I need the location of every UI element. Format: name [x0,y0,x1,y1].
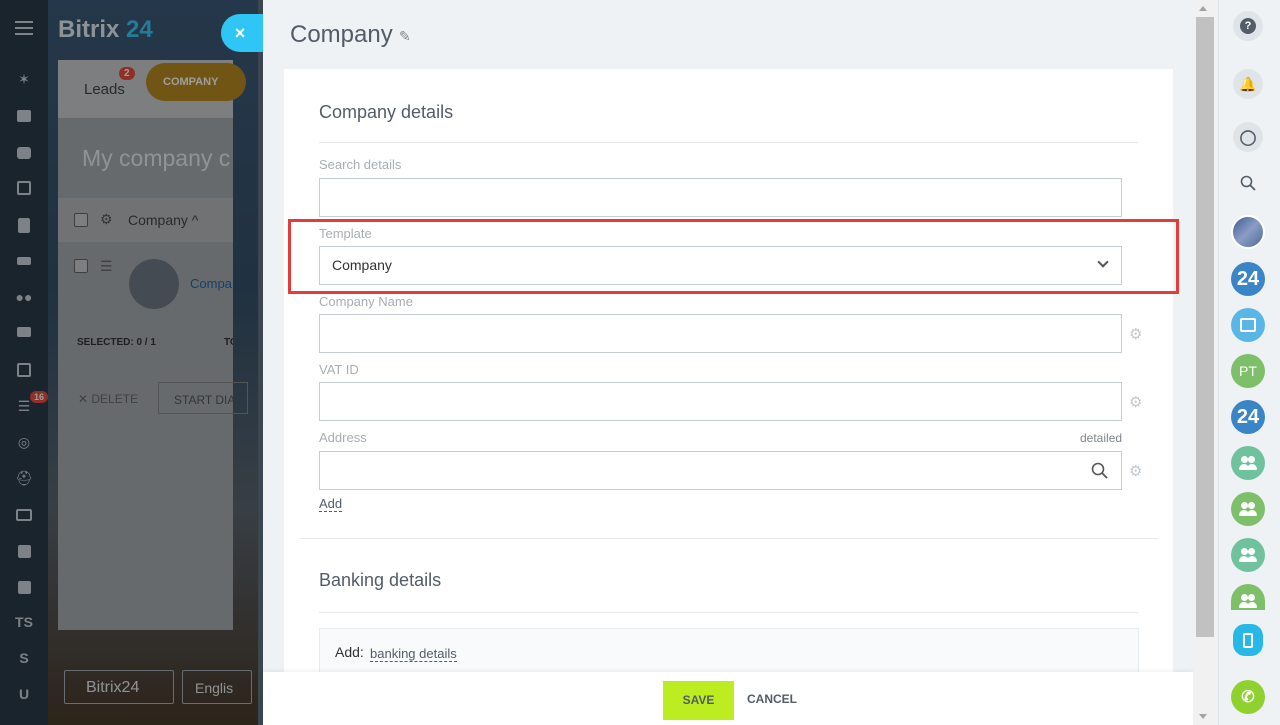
vat-id-label: VAT ID [319,362,359,377]
vat-id-input[interactable] [319,382,1122,421]
cancel-button[interactable]: CANCEL [747,692,797,706]
user-avatar[interactable] [1231,215,1265,249]
people-icon [1239,548,1257,562]
banking-add-prefix: Add: [335,644,364,660]
save-button[interactable]: SAVE [663,681,734,720]
detailed-link[interactable]: detailed [1080,431,1122,445]
gear-icon[interactable]: ⚙ [1129,462,1142,480]
search-icon[interactable] [1240,175,1256,191]
slider-title: Company [290,21,393,48]
divider [319,612,1138,613]
section-divider [300,538,1158,539]
bitrix24-chat-icon[interactable]: 24 [1231,262,1265,296]
bitrix24-chat-icon-2[interactable]: 24 [1231,400,1265,434]
group-chat-icon-4[interactable] [1231,584,1265,610]
chat-pt-avatar[interactable]: PT [1231,354,1265,388]
people-icon [1239,590,1257,608]
people-icon [1239,502,1257,516]
calendar-chat-icon[interactable] [1231,308,1265,342]
highlight-box [288,219,1179,294]
company-name-input[interactable] [319,314,1122,353]
people-icon [1239,456,1257,470]
help-icon[interactable]: ? [1233,11,1263,41]
scroll-up-arrow-icon[interactable] [1199,6,1207,11]
company-details-title: Company details [319,102,454,122]
pencil-icon[interactable]: ✎ [399,28,411,45]
phone-call-icon[interactable]: ✆ [1231,680,1265,714]
search-details-input[interactable] [319,178,1122,217]
group-chat-icon-3[interactable] [1231,538,1265,572]
search-details-label: Search details [319,157,402,172]
search-icon[interactable] [1091,462,1109,480]
add-address-link[interactable]: Add [319,496,343,512]
banking-details-title: Banking details [319,570,442,590]
divider [319,142,1138,143]
group-chat-icon-2[interactable] [1231,492,1265,526]
close-icon[interactable]: × [221,14,263,52]
details-card [284,69,1173,689]
scroll-down-arrow-icon[interactable] [1199,714,1207,719]
messenger-icon[interactable]: ◯ [1233,122,1263,152]
dim-overlay [0,0,258,725]
gear-icon[interactable]: ⚙ [1129,393,1142,411]
add-banking-details-link[interactable]: banking details [370,646,457,662]
notifications-bell-icon[interactable]: 🔔 [1233,69,1263,99]
scrollbar-thumb[interactable] [1196,17,1214,637]
address-input[interactable] [319,451,1122,490]
mobile-app-icon[interactable] [1233,624,1263,656]
gear-icon[interactable]: ⚙ [1129,325,1142,343]
group-chat-icon[interactable] [1231,446,1265,480]
company-name-label: Company Name [319,294,413,309]
help-glyph: ? [1240,18,1256,34]
address-label: Address [319,430,367,445]
